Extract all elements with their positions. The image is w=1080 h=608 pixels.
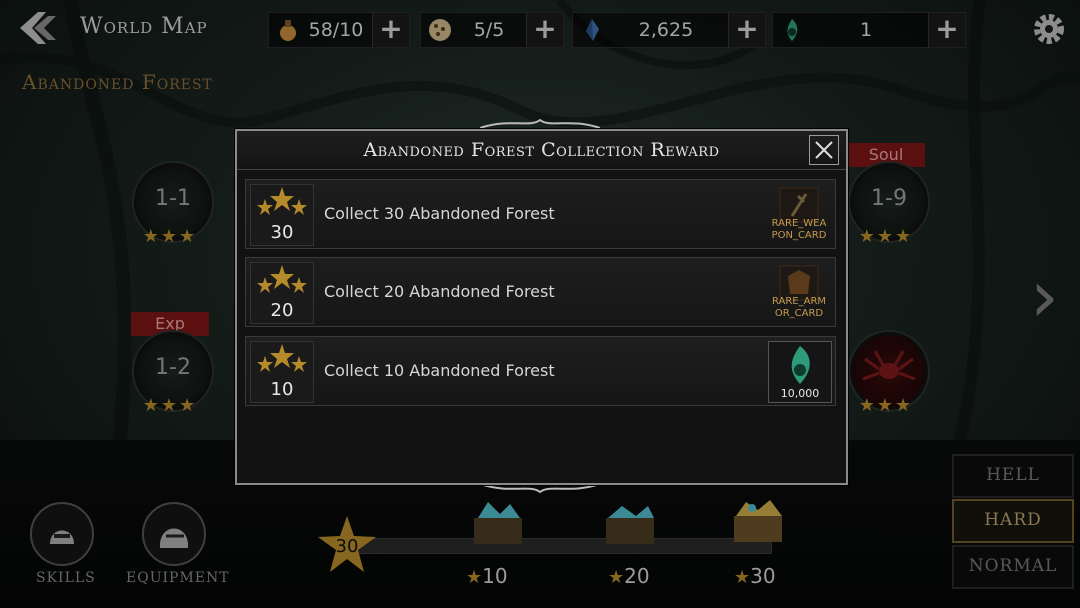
star-count: 30 bbox=[270, 222, 294, 243]
reward-amount: 10,000 bbox=[780, 387, 820, 400]
star-count-badge: 30 bbox=[250, 184, 314, 246]
green-soul-icon bbox=[791, 346, 810, 384]
reward-label-line: OR_CARD bbox=[774, 308, 824, 319]
reward-description: Collect 10 Abandoned Forest bbox=[324, 361, 555, 380]
reward-description: Collect 30 Abandoned Forest bbox=[324, 204, 555, 223]
star-count: 20 bbox=[270, 300, 294, 321]
stars-icon bbox=[257, 344, 307, 372]
star-count-badge: 10 bbox=[250, 341, 314, 403]
stars-icon bbox=[257, 265, 307, 293]
reward-rare-armor-card[interactable]: RARE_ARM OR_CARD bbox=[768, 262, 830, 322]
reward-row: 10 Collect 10 Abandoned Forest 10,000 bbox=[245, 336, 836, 406]
reward-soul[interactable]: 10,000 bbox=[768, 341, 832, 403]
reward-description: Collect 20 Abandoned Forest bbox=[324, 282, 555, 301]
close-icon[interactable] bbox=[809, 135, 839, 165]
reward-label-line: PON_CARD bbox=[771, 230, 827, 241]
collection-reward-modal: Abandoned Forest Collection Reward 30 Co… bbox=[235, 129, 848, 485]
reward-label: RARE_ARM OR_CARD bbox=[762, 296, 836, 320]
reward-label: RARE_WEA PON_CARD bbox=[762, 218, 836, 242]
star-count: 10 bbox=[270, 379, 294, 400]
reward-label-line: RARE_WEA bbox=[771, 218, 827, 229]
star-count-badge: 20 bbox=[250, 262, 314, 324]
reward-rare-weapon-card[interactable]: RARE_WEA PON_CARD bbox=[768, 184, 830, 244]
modal-title: Abandoned Forest Collection Reward bbox=[363, 139, 720, 161]
reward-row: 20 Collect 20 Abandoned Forest RARE_ARM O… bbox=[245, 257, 836, 327]
stars-icon bbox=[257, 187, 307, 215]
reward-label-line: RARE_ARM bbox=[771, 296, 827, 307]
reward-row: 30 Collect 30 Abandoned Forest RARE_WEA P… bbox=[245, 179, 836, 249]
